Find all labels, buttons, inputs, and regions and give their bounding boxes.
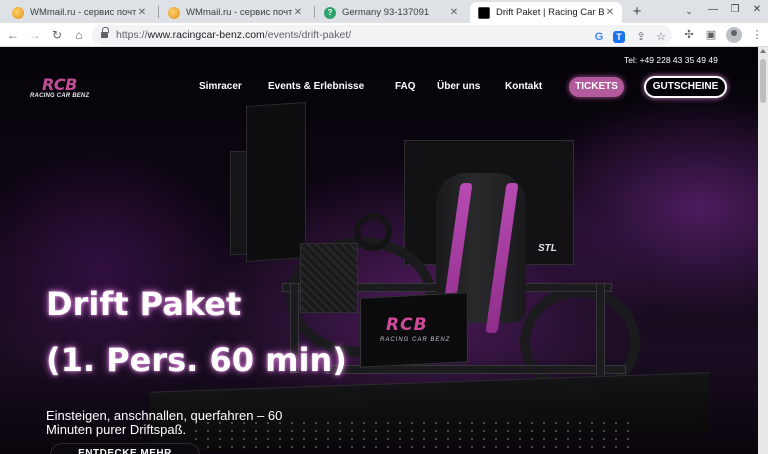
tickets-button[interactable]: TICKETS	[569, 77, 624, 97]
back-arrow-icon[interactable]: ←	[4, 26, 22, 44]
close-icon[interactable]: ✕	[448, 7, 460, 18]
wmmail-favicon-icon	[12, 6, 24, 19]
side-panel-icon[interactable]: ▣	[702, 26, 720, 44]
page-scrollbar[interactable]	[758, 47, 768, 454]
url-host: www.racingcar-benz.com	[147, 29, 265, 41]
discover-more-button[interactable]: ENTDECKE MEHR	[50, 443, 200, 454]
minimize-icon[interactable]: —	[704, 1, 722, 19]
tab-divider	[158, 6, 159, 18]
hero-title-line-1: Drift Paket	[46, 285, 242, 323]
logo-text: RACING CAR BENZ	[30, 93, 90, 99]
url-text: https://www.racingcar-benz.com/events/dr…	[116, 29, 351, 41]
new-tab-button[interactable]: +	[628, 3, 646, 21]
scrollbar-thumb[interactable]	[760, 59, 766, 103]
extensions-puzzle-icon[interactable]: ✣	[680, 26, 698, 44]
hero-title-line-2: (1. Pers. 60 min)	[46, 341, 347, 379]
nav-simracer[interactable]: Simracer	[199, 81, 242, 92]
reload-icon[interactable]: ↻	[48, 26, 66, 44]
tab-search-chevron-icon[interactable]: ⌄	[682, 3, 696, 19]
steering-wheel	[354, 213, 392, 251]
menu-kebab-icon[interactable]: ⋮	[748, 26, 766, 44]
star-bookmark-icon[interactable]: ☆	[652, 28, 670, 46]
gutscheine-button[interactable]: GUTSCHEINE	[644, 76, 727, 98]
pedal-box	[300, 243, 358, 313]
phone-number[interactable]: Tel: +49 228 43 35 49 49	[624, 55, 718, 65]
site-logo[interactable]: RCB RACING CAR BENZ	[30, 75, 100, 103]
tab-divider	[314, 6, 315, 18]
forward-arrow-icon[interactable]: →	[26, 26, 44, 44]
restore-icon[interactable]: ❐	[726, 1, 744, 19]
monitor	[246, 101, 306, 263]
browser-tab-2[interactable]: WMmail.ru - сервис почтовы ✕	[160, 2, 310, 23]
tab-title: WMmail.ru - сервис почтовы	[186, 7, 292, 18]
hero-subtitle: Einsteigen, anschnallen, querfahren – 60…	[46, 408, 283, 437]
close-icon[interactable]: ✕	[604, 7, 616, 18]
nav-faq[interactable]: FAQ	[395, 81, 416, 92]
page-viewport: STL RCB RACING CAR BENZ RCB RACING CAR B…	[0, 47, 768, 454]
profile-avatar[interactable]	[726, 27, 742, 43]
url-scheme: https://	[116, 29, 148, 41]
scroll-up-arrow-icon[interactable]	[760, 49, 766, 53]
wmmail-favicon-icon	[168, 6, 180, 19]
close-window-icon[interactable]: ✕	[748, 1, 766, 19]
nav-kontakt[interactable]: Kontakt	[505, 81, 542, 92]
logo-mark: RCB	[42, 75, 77, 94]
lock-icon	[101, 27, 109, 39]
rcb-favicon-icon	[478, 6, 490, 19]
home-icon[interactable]: ⌂	[70, 26, 88, 44]
rig-base-subtitle: RACING CAR BENZ	[380, 337, 451, 343]
nav-events[interactable]: Events & Erlebnisse	[268, 81, 364, 92]
tab-title: WMmail.ru - сервис почтовы	[30, 7, 136, 18]
question-favicon-icon: ?	[324, 6, 336, 19]
close-icon[interactable]: ✕	[136, 7, 148, 18]
rig-post	[596, 283, 605, 389]
close-icon[interactable]: ✕	[292, 7, 304, 18]
url-path: /events/drift-paket/	[264, 29, 352, 41]
browser-tab-strip: WMmail.ru - сервис почтовы ✕ WMmail.ru -…	[0, 0, 768, 23]
tab-title: Germany 93-137091	[342, 7, 430, 18]
tab-title: Drift Paket | Racing Car Benz	[496, 7, 604, 18]
browser-toolbar: ← → ↻ ⌂ https://www.racingcar-benz.com/e…	[0, 23, 768, 47]
browser-tab-1[interactable]: WMmail.ru - сервис почтовы ✕	[4, 2, 154, 23]
stl-logo: STL	[538, 243, 557, 254]
translate-icon[interactable]: T	[613, 31, 625, 43]
google-icon[interactable]: G	[590, 28, 608, 46]
browser-tab-3[interactable]: ? Germany 93-137091 ✕	[316, 2, 466, 23]
rig-base-logo: RCB	[386, 315, 428, 335]
share-icon[interactable]: ⇪	[632, 28, 650, 46]
browser-tab-active[interactable]: Drift Paket | Racing Car Benz ✕	[470, 2, 622, 23]
nav-ueber-uns[interactable]: Über uns	[437, 81, 480, 92]
address-bar[interactable]: https://www.racingcar-benz.com/events/dr…	[92, 25, 672, 45]
